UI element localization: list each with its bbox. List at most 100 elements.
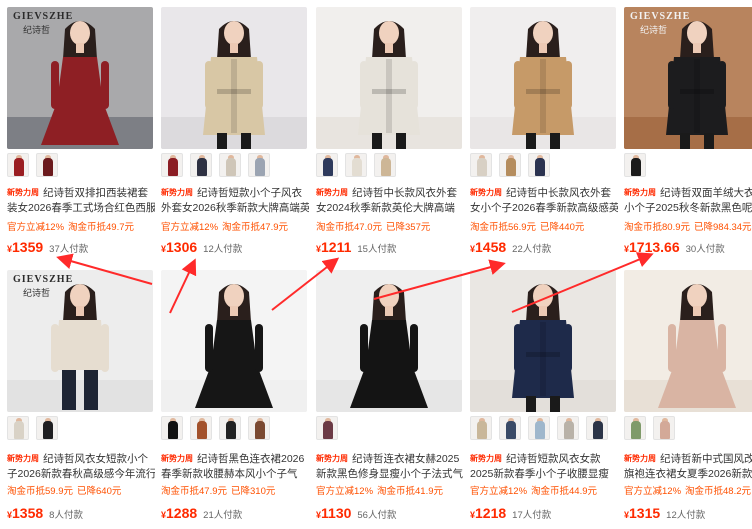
color-thumbnail[interactable] <box>248 153 270 177</box>
promo-text: 官方立减12% <box>7 222 65 233</box>
product-image[interactable] <box>624 270 752 412</box>
color-thumbnail[interactable] <box>36 416 58 440</box>
color-thumbnail[interactable] <box>499 416 521 440</box>
product-image[interactable] <box>161 7 307 149</box>
product-image[interactable] <box>316 270 462 412</box>
product-title[interactable]: 新势力周 纪诗哲中长款风衣外套女2024秋季新款英伦大牌高端 <box>316 185 464 217</box>
color-thumbnail[interactable] <box>161 416 183 440</box>
color-thumbnail[interactable] <box>586 416 608 440</box>
promo-text: 已降984.34元 <box>694 222 752 233</box>
color-thumbnail[interactable] <box>190 153 212 177</box>
color-thumbnail[interactable] <box>653 416 675 440</box>
color-thumbnails <box>624 153 752 179</box>
product-image[interactable] <box>470 270 616 412</box>
color-thumbnail[interactable] <box>7 416 29 440</box>
product-card[interactable]: GIEVSZHE 纪诗哲新势力周纪诗哲双面羊绒大衣女小个子2025秋冬新款黑色呢子… <box>624 7 752 269</box>
price-bar: ¥1211 15人付款 <box>316 239 396 259</box>
price-bar: ¥1359 37人付款 <box>7 239 88 259</box>
product-image[interactable] <box>161 270 307 412</box>
color-thumbnail[interactable] <box>345 153 367 177</box>
product-image[interactable]: GIEVSZHE 纪诗哲 <box>7 7 153 149</box>
price: 1315 <box>629 505 661 521</box>
product-title[interactable]: 新势力周 纪诗哲中长款风衣外套女小个子2026春季新款高级感英 <box>470 185 618 217</box>
promo-line: 淘金币抵59.9元 已降640元 <box>7 485 155 499</box>
promo-text: 已降357元 <box>386 222 431 233</box>
product-card[interactable]: 新势力周纪诗哲新中式国风改良旗袍连衣裙女夏季2026新款中式官方立减12%淘金币… <box>624 270 752 529</box>
promo-text: 淘金币抵47.9元 <box>161 486 227 497</box>
promo-event-tag: 新势力周 <box>316 188 348 197</box>
color-thumbnail[interactable] <box>470 416 492 440</box>
product-title[interactable]: 新势力周纪诗哲新中式国风改良旗袍连衣裙女夏季2026新款中式 <box>624 451 752 483</box>
color-thumbnail[interactable] <box>624 153 646 177</box>
color-thumbnail[interactable] <box>248 416 270 440</box>
product-image[interactable] <box>470 7 616 149</box>
product-card[interactable]: 新势力周 纪诗哲短款风衣女款2025新款春季小个子收腰显瘦官方立减12% 淘金币抵4… <box>470 270 618 529</box>
color-thumbnail[interactable] <box>7 153 29 177</box>
product-card[interactable]: 新势力周 纪诗哲中长款风衣外套女2024秋季新款英伦大牌高端 淘金币抵47.0元 已降… <box>316 7 464 269</box>
color-thumbnail[interactable] <box>557 416 579 440</box>
color-thumbnail[interactable] <box>316 416 338 440</box>
product-title[interactable]: 新势力周 纪诗哲风衣女短款小个子2026新款春秋高级感今年流行 <box>7 451 155 483</box>
promo-line: 官方立减12% 淘金币抵49.7元 <box>7 221 155 235</box>
color-thumbnail[interactable] <box>190 416 212 440</box>
price: 1713.66 <box>629 239 680 255</box>
sales-count: 12人付款 <box>666 510 706 521</box>
color-thumbnail[interactable] <box>624 416 646 440</box>
product-title[interactable]: 新势力周 纪诗哲双排扣西装裙套装女2026春季工式场合红色西服 <box>7 185 155 217</box>
brand-logo-cn: 纪诗哲 <box>23 25 51 35</box>
promo-line: 官方立减12% 淘金币抵47.9元 <box>161 221 309 235</box>
promo-line: 官方立减12% 淘金币抵44.9元 <box>470 485 618 499</box>
promo-line: 淘金币抵47.9元 已降310元 <box>161 485 309 499</box>
sales-count: 8人付款 <box>49 510 83 521</box>
product-card[interactable]: 新势力周 纪诗哲黑色连衣裙2026春季新款收腰赫本风小个子气淘金币抵47.9元 已降… <box>161 270 309 529</box>
price-bar: ¥1458 22人付款 <box>470 239 551 259</box>
price: 1218 <box>475 505 507 521</box>
color-thumbnails <box>316 153 464 179</box>
promo-text: 淘金币抵56.9元 <box>470 222 536 233</box>
color-thumbnail[interactable] <box>499 153 521 177</box>
product-image[interactable]: GIEVSZHE 纪诗哲 <box>7 270 153 412</box>
color-thumbnail[interactable] <box>36 153 58 177</box>
promo-event-tag: 新势力周 <box>624 454 656 463</box>
color-thumbnail[interactable] <box>219 416 241 440</box>
promo-text: 已降640元 <box>77 486 122 497</box>
product-card[interactable]: 新势力周纪诗哲短款小个子风衣外套女2026秋季新款大牌高端英伦风官方立减12%淘… <box>161 7 309 269</box>
price-bar: ¥1713.66 30人付款 <box>624 239 725 259</box>
color-thumbnail[interactable] <box>219 153 241 177</box>
promo-text: 已降440元 <box>540 222 585 233</box>
product-title[interactable]: 新势力周纪诗哲双面羊绒大衣女小个子2025秋冬新款黑色呢子 <box>624 185 752 217</box>
price: 1359 <box>12 239 44 255</box>
color-thumbnail[interactable] <box>316 153 338 177</box>
product-card[interactable]: 新势力周 纪诗哲连衣裙女赫2025新款黑色修身显瘦小个子法式气 官方立减12% 淘金币… <box>316 270 464 529</box>
product-title[interactable]: 新势力周 纪诗哲短款风衣女款2025新款春季小个子收腰显瘦 <box>470 451 618 483</box>
color-thumbnail[interactable] <box>528 153 550 177</box>
product-image[interactable]: GIEVSZHE 纪诗哲 <box>624 7 752 149</box>
brand-logo-text: GIEVSZHE <box>13 274 74 285</box>
promo-text: 官方立减12% <box>316 486 374 497</box>
promo-event-tag: 新势力周 <box>624 188 656 197</box>
price: 1458 <box>475 239 507 255</box>
color-thumbnail[interactable] <box>470 153 492 177</box>
product-card[interactable]: 新势力周 纪诗哲中长款风衣外套女小个子2026春季新款高级感英淘金币抵56.9元已… <box>470 7 618 269</box>
sales-count: 37人付款 <box>49 244 89 255</box>
product-image[interactable] <box>316 7 462 149</box>
brand-logo-cn: 纪诗哲 <box>640 25 668 35</box>
price-bar: ¥1358 8人付款 <box>7 505 83 525</box>
brand-logo-text: GIEVSZHE <box>13 11 74 22</box>
promo-event-tag: 新势力周 <box>470 188 502 197</box>
product-card[interactable]: GIEVSZHE 纪诗哲新势力周 纪诗哲风衣女短款小个子2026新款春秋高级感今年流… <box>7 270 155 529</box>
price: 1288 <box>166 505 198 521</box>
sales-count: 56人付款 <box>357 510 397 521</box>
color-thumbnail[interactable] <box>528 416 550 440</box>
product-card[interactable]: GIEVSZHE 纪诗哲新势力周 纪诗哲双排扣西装裙套装女2026春季工式场合红色西… <box>7 7 155 269</box>
color-thumbnail[interactable] <box>374 153 396 177</box>
product-title[interactable]: 新势力周 纪诗哲连衣裙女赫2025新款黑色修身显瘦小个子法式气 <box>316 451 464 483</box>
sales-count: 21人付款 <box>203 510 243 521</box>
product-title[interactable]: 新势力周 纪诗哲黑色连衣裙2026春季新款收腰赫本风小个子气 <box>161 451 309 483</box>
color-thumbnail[interactable] <box>161 153 183 177</box>
promo-event-tag: 新势力周 <box>161 188 193 197</box>
brand-logo-cn: 纪诗哲 <box>23 288 51 298</box>
sales-count: 15人付款 <box>357 244 397 255</box>
product-title[interactable]: 新势力周纪诗哲短款小个子风衣外套女2026秋季新款大牌高端英伦风 <box>161 185 309 217</box>
promo-text: 淘金币抵47.9元 <box>222 222 289 233</box>
